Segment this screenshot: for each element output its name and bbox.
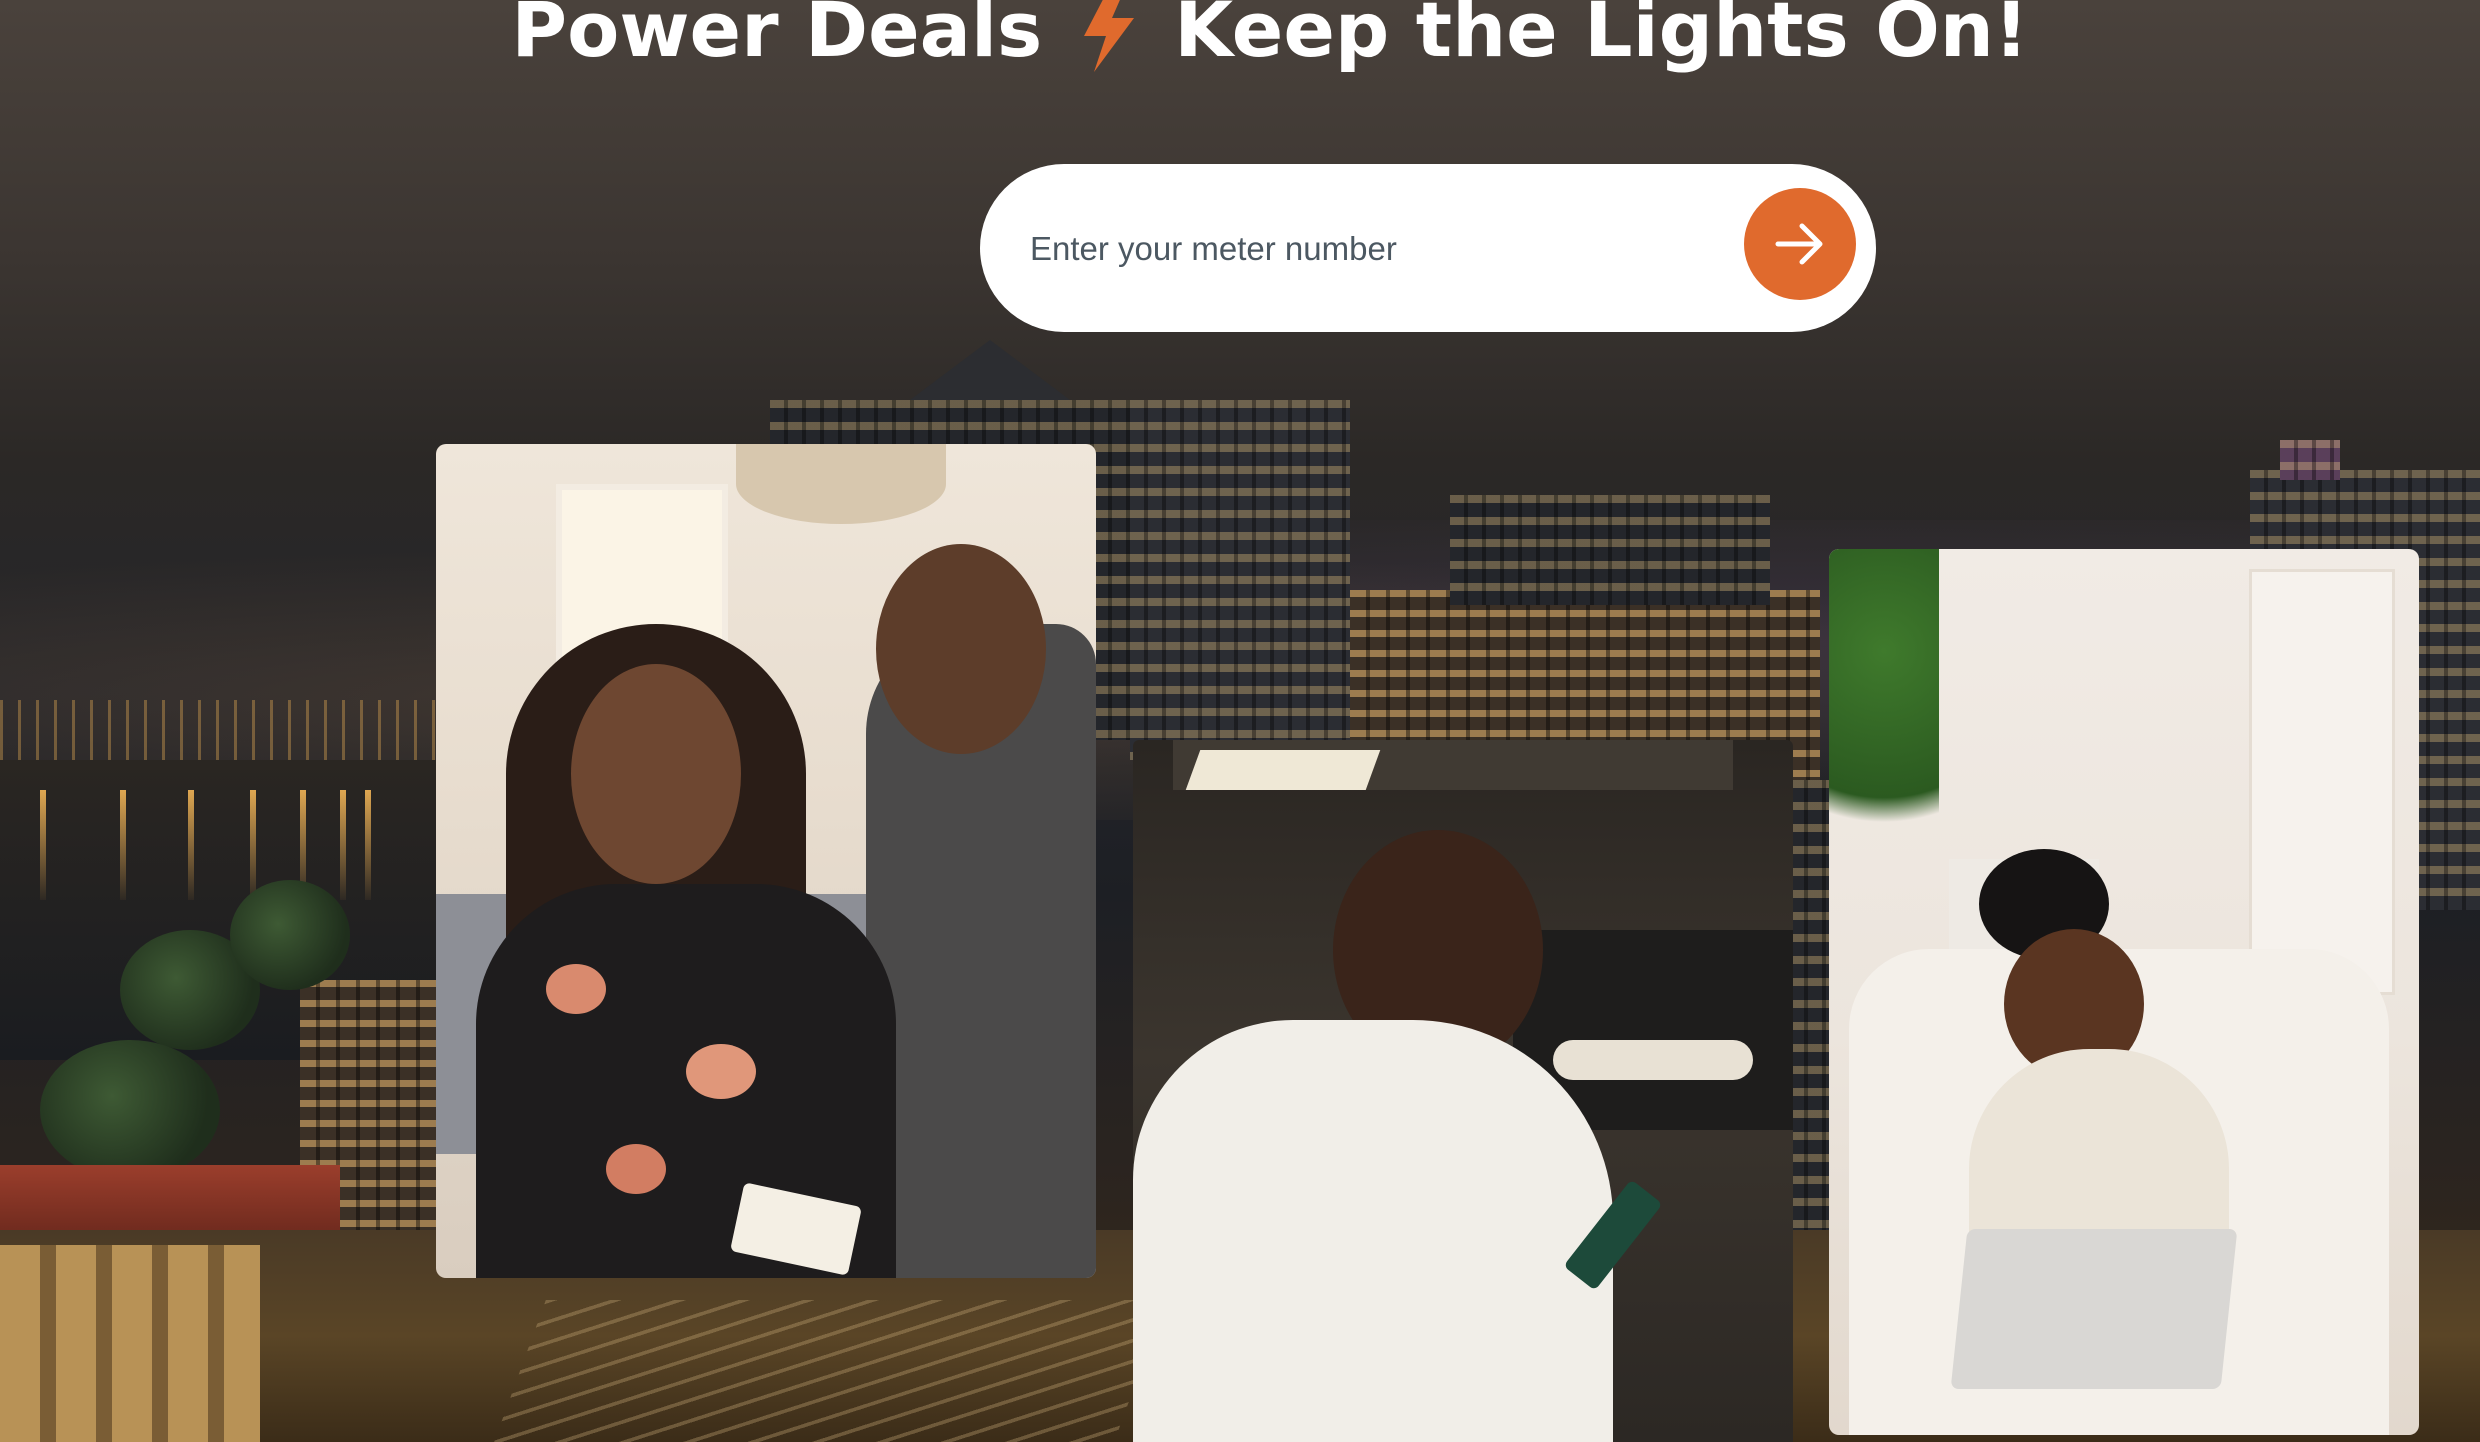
woman-with-laptop-on-sofa-photo: [1829, 549, 2419, 1435]
background-building: [2280, 440, 2340, 480]
background-building: [1130, 400, 1350, 760]
background-light: [1553, 1040, 1753, 1080]
palm-tree: [230, 880, 350, 990]
building-roof: [910, 340, 1070, 400]
yellow-building: [0, 1245, 260, 1442]
flower-print: [546, 964, 606, 1014]
light-reflection: [340, 790, 346, 900]
laptop: [1950, 1229, 2238, 1389]
ceiling-light: [736, 444, 946, 524]
light-reflection: [120, 790, 126, 900]
palm-tree: [40, 1040, 220, 1180]
red-roof: [0, 1165, 340, 1235]
ceiling-lamp: [1185, 750, 1381, 790]
white-shirt: [1133, 1020, 1613, 1442]
man-head: [876, 544, 1046, 754]
woman-face: [571, 664, 741, 884]
door: [2249, 569, 2395, 995]
background-building: [1450, 495, 1770, 605]
railway-tracks: [494, 1300, 1166, 1442]
headline-left-text: Power Deals: [511, 0, 1043, 74]
submit-meter-button[interactable]: [1744, 188, 1856, 300]
light-reflection: [40, 790, 46, 900]
lightning-bolt-icon: [1076, 0, 1140, 74]
couple-at-laptop-photo: [436, 444, 1096, 1278]
flower-print: [606, 1144, 666, 1194]
page-headline: Power Deals Keep the Lights On!: [0, 0, 2480, 74]
woman-using-phone-photo: [1133, 740, 1793, 1442]
arrow-right-icon: [1770, 214, 1830, 274]
headline-right-text: Keep the Lights On!: [1174, 0, 2029, 74]
light-reflection: [188, 790, 194, 900]
light-reflection: [250, 790, 256, 900]
flower-print: [686, 1044, 756, 1099]
meter-number-input[interactable]: [1028, 198, 1692, 300]
meter-number-form: [980, 164, 1876, 332]
light-reflection: [365, 790, 371, 900]
hanging-plant: [1829, 549, 1939, 889]
hero-section: Power Deals Keep the Lights On!: [0, 0, 2480, 1442]
